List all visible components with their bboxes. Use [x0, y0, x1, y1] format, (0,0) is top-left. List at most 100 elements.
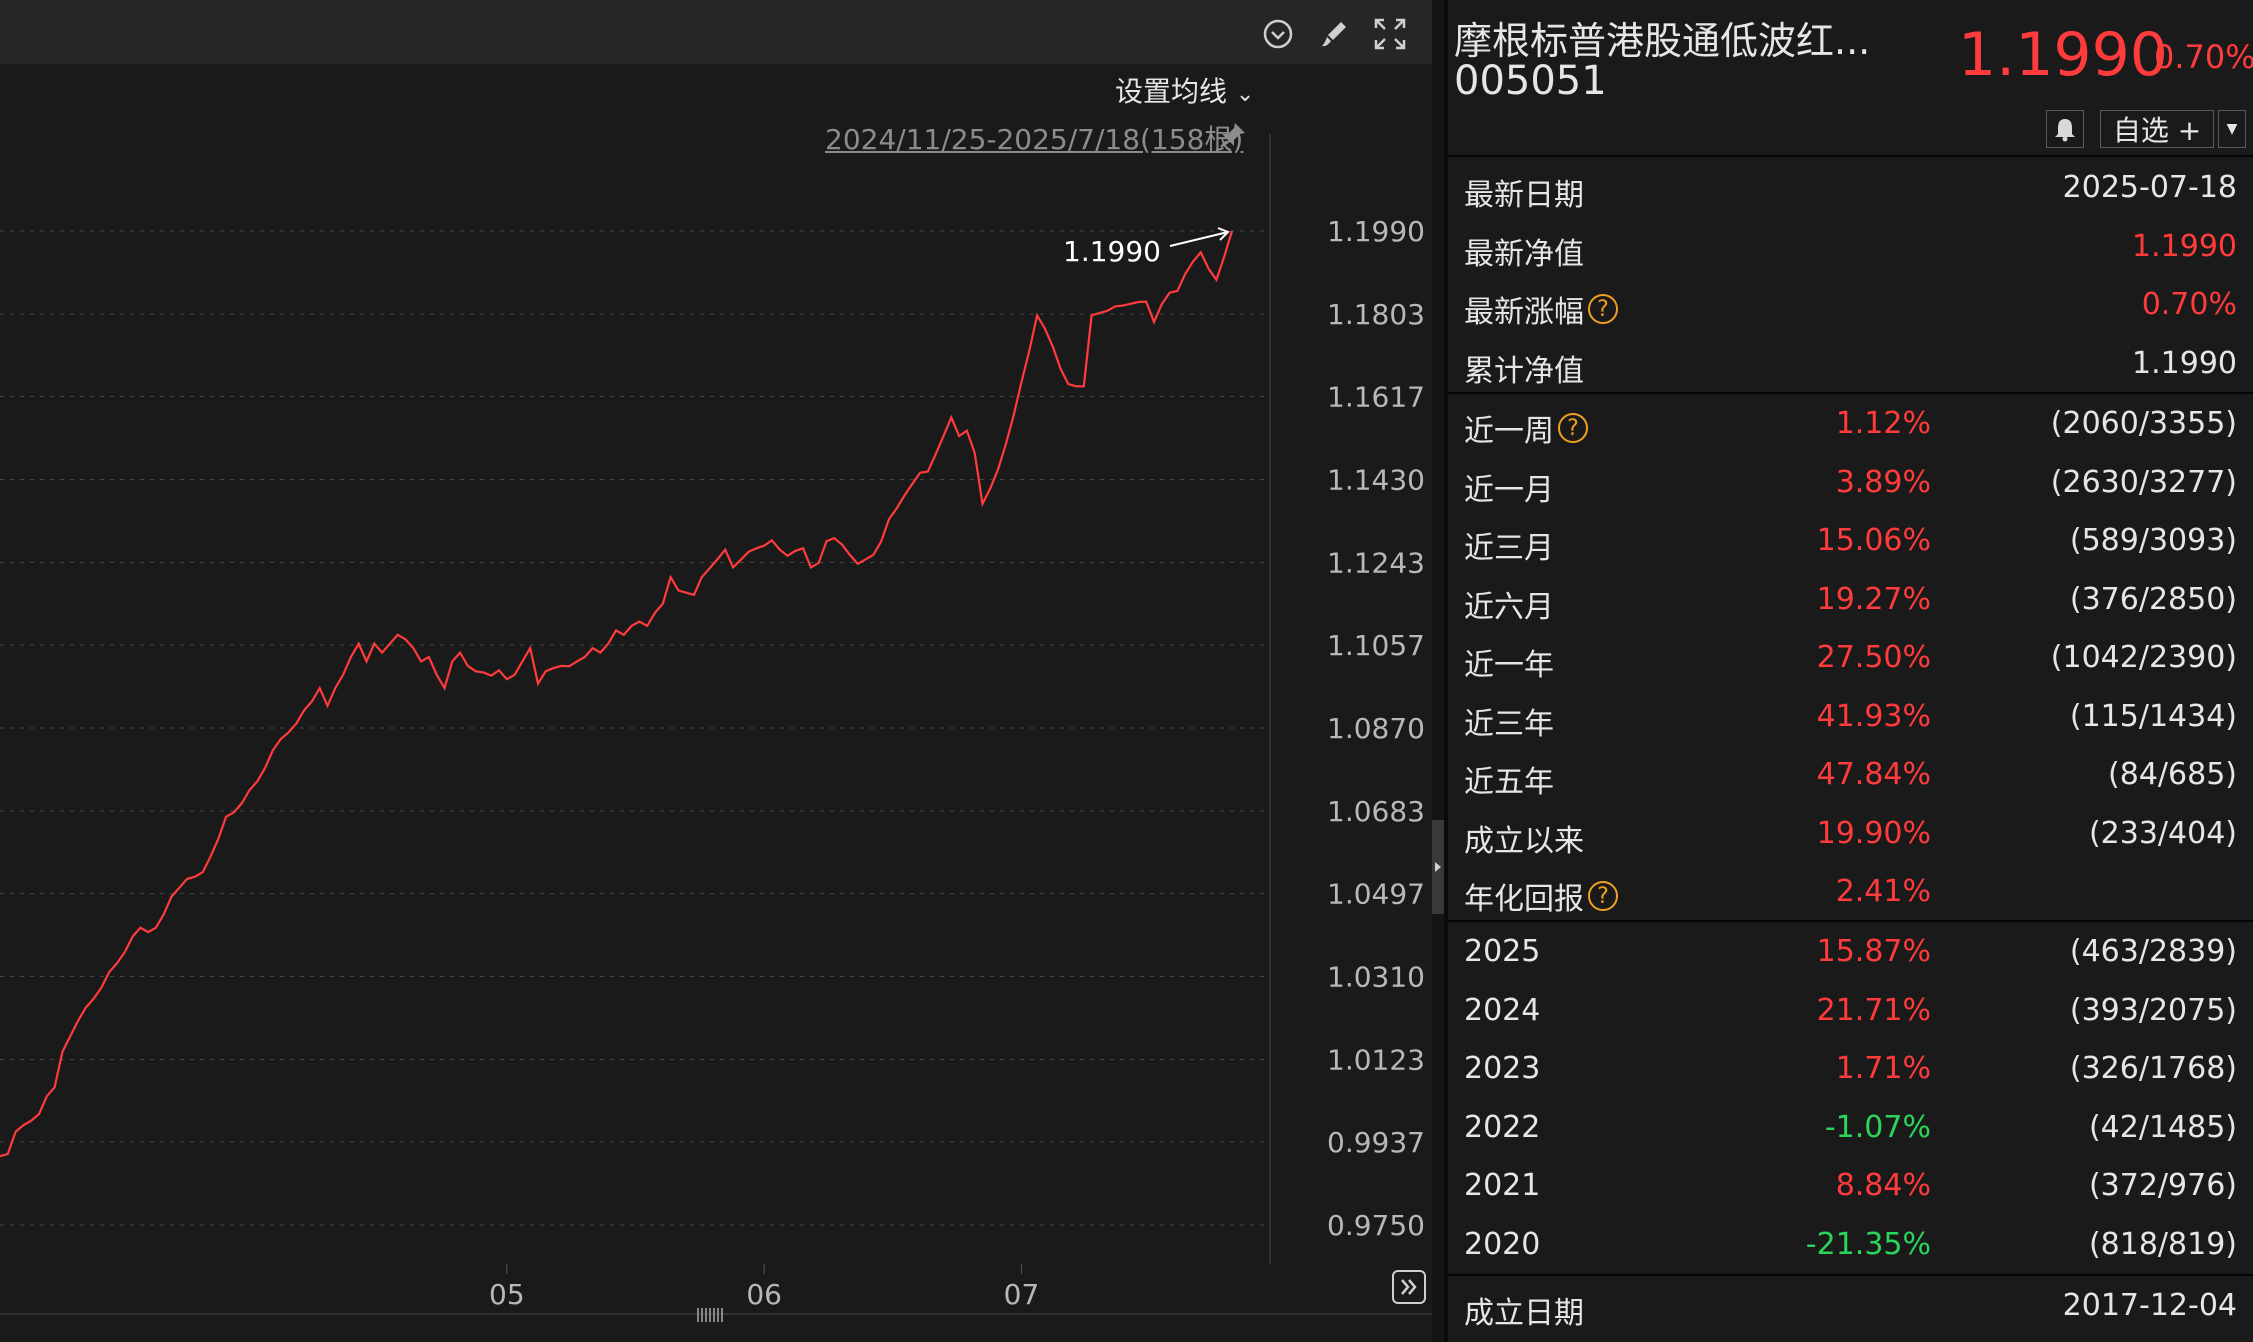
x-tick-label: 05 — [489, 1278, 525, 1311]
help-icon[interactable]: ? — [1558, 413, 1588, 443]
row-label-text: 近一周 — [1464, 414, 1554, 449]
row-label-text: 2024 — [1464, 992, 1541, 1028]
row-label: 近六月 — [1464, 582, 1554, 626]
row-label-text: 近五年 — [1464, 765, 1554, 800]
row-label-text: 最新日期 — [1464, 178, 1584, 213]
row-label: 最新净值 — [1464, 229, 1584, 273]
row-value: 2025-07-18 — [2062, 170, 2237, 205]
row-value: 2017-12-04 — [2062, 1288, 2237, 1323]
circle-chevron-down-icon[interactable] — [1260, 16, 1296, 52]
row-label-text: 2022 — [1464, 1109, 1541, 1145]
row-label-text: 最新涨幅 — [1464, 295, 1584, 330]
stat-row: 近六月 19.27% (376/2850) — [1448, 572, 2253, 630]
row-return: 1.71% — [1835, 1051, 1931, 1086]
chart-toolbar — [0, 0, 1432, 64]
row-label-text: 2025 — [1464, 934, 1541, 969]
row-label: 近一月 — [1464, 465, 1554, 509]
y-tick-label: 1.1243 — [1327, 546, 1425, 579]
divider — [1448, 392, 2253, 394]
y-tick-label: 1.1803 — [1327, 298, 1425, 331]
row-label-text: 近三年 — [1464, 706, 1554, 742]
inception-row: 成立日期 2017-12-04 — [1448, 1278, 2253, 1336]
row-label-text: 2023 — [1464, 1051, 1541, 1086]
row-value: 1.1990 — [2132, 228, 2237, 264]
row-return: -1.07% — [1824, 1109, 1931, 1145]
stat-row: 近三月 15.06% (589/3093) — [1448, 513, 2253, 571]
bell-icon — [2055, 119, 2075, 142]
stat-row: 年化回报? 2.41% — [1448, 864, 2253, 922]
watchlist-dropdown[interactable]: ▼ — [2218, 110, 2246, 148]
stat-row: 近一周? 1.12% (2060/3355) — [1448, 396, 2253, 454]
row-rank: (376/2850) — [2069, 581, 2237, 617]
stat-row: 近一年 27.50% (1042/2390) — [1448, 630, 2253, 688]
row-return: 8.84% — [1835, 1168, 1931, 1203]
row-rank: (463/2839) — [2069, 934, 2237, 969]
row-label-text: 近一月 — [1464, 472, 1554, 508]
row-label: 成立以来 — [1464, 816, 1584, 860]
add-watchlist-button[interactable]: 自选 + — [2100, 110, 2214, 148]
row-return: 1.12% — [1835, 406, 1931, 441]
y-tick-label: 1.1057 — [1327, 629, 1425, 662]
help-icon[interactable]: ? — [1588, 294, 1618, 324]
y-tick-label: 1.1990 — [1327, 215, 1425, 248]
y-tick-label: 1.0870 — [1327, 712, 1425, 745]
row-rank: (393/2075) — [2069, 992, 2237, 1028]
row-label: 2021 — [1464, 1168, 1540, 1203]
row-label-text: 2021 — [1464, 1168, 1541, 1203]
resize-grip-icon[interactable] — [697, 1308, 723, 1322]
nav-line-chart[interactable]: 1.1990 1.1803 1.1617 1.1430 1.1243 1.1057 1.08… — [0, 64, 1432, 1342]
chart-pane[interactable]: 设置均线 ⌄ 2024/11/25-2025/7/18(158根) 1.1990… — [0, 0, 1432, 1342]
caret-down-icon: ▼ — [2226, 121, 2238, 137]
brush-icon[interactable] — [1316, 16, 1352, 52]
row-label: 近五年 — [1464, 757, 1554, 801]
row-return: 15.87% — [1816, 934, 1931, 969]
row-return: 21.71% — [1816, 992, 1931, 1028]
row-rank: (589/3093) — [2069, 523, 2237, 558]
y-tick-label: 0.9750 — [1327, 1209, 1425, 1242]
stat-row: 成立以来 19.90% (233/404) — [1448, 806, 2253, 864]
row-label: 2024 — [1464, 993, 1540, 1028]
row-label: 最新涨幅? — [1464, 287, 1618, 331]
divider — [1448, 920, 2253, 922]
row-return: -21.35% — [1805, 1226, 1931, 1262]
row-label: 2020 — [1464, 1227, 1540, 1262]
stat-row: 最新净值 1.1990 — [1448, 219, 2253, 277]
fullscreen-icon[interactable] — [1372, 16, 1408, 52]
y-tick-label: 1.0497 — [1327, 878, 1425, 911]
row-label: 近三年 — [1464, 699, 1554, 743]
row-label: 2025 — [1464, 934, 1540, 969]
scroll-right-icon[interactable] — [1392, 1270, 1426, 1304]
row-label-text: 成立以来 — [1464, 823, 1584, 859]
stat-row: 近五年 47.84% (84/685) — [1448, 747, 2253, 805]
row-label: 近一周? — [1464, 406, 1588, 450]
y-tick-label: 1.1430 — [1327, 464, 1425, 497]
alert-button[interactable] — [2046, 110, 2084, 148]
stat-row: 累计净值 1.1990 — [1448, 336, 2253, 394]
row-return: 2.41% — [1835, 874, 1931, 909]
row-return: 3.89% — [1835, 464, 1931, 500]
y-tick-label: 0.9937 — [1327, 1126, 1425, 1159]
help-icon[interactable]: ? — [1588, 881, 1618, 911]
stat-row: 2022 -1.07% (42/1485) — [1448, 1100, 2253, 1158]
divider — [1448, 155, 2253, 157]
chevron-right-icon — [1435, 862, 1441, 872]
row-label-text: 近六月 — [1464, 589, 1554, 625]
stat-row: 2021 8.84% (372/976) — [1448, 1158, 2253, 1216]
y-tick-label: 1.0310 — [1327, 961, 1425, 994]
row-value: 1.1990 — [2132, 345, 2237, 381]
row-label-text: 最新净值 — [1464, 236, 1584, 272]
y-tick-label: 1.0123 — [1327, 1043, 1425, 1076]
row-return: 47.84% — [1816, 757, 1931, 792]
row-return: 19.27% — [1816, 581, 1931, 617]
row-return: 15.06% — [1816, 523, 1931, 558]
y-tick-label: 1.1617 — [1327, 381, 1425, 414]
arrow-icon — [1169, 227, 1230, 247]
stat-row: 最新日期 2025-07-18 — [1448, 160, 2253, 218]
fund-name: 摩根标普港股通低波红... — [1454, 19, 1871, 63]
stat-row: 2020 -21.35% (818/819) — [1448, 1217, 2253, 1275]
collapse-panel-handle[interactable] — [1432, 820, 1444, 914]
row-label: 年化回报? — [1464, 874, 1618, 918]
y-tick-label: 1.0683 — [1327, 795, 1425, 828]
row-label-text: 近三月 — [1464, 531, 1554, 566]
row-rank: (84/685) — [2108, 757, 2237, 792]
